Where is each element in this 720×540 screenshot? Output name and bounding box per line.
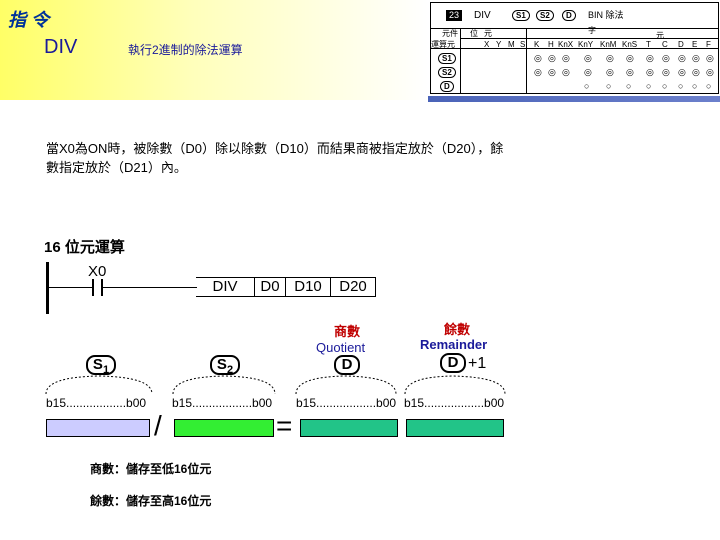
bit-range-s2: b15..................b00 [172,396,273,410]
bit-range-s1: b15..................b00 [46,396,147,410]
bit-range-remainder: b15..................b00 [404,396,505,410]
register-bar-s2 [174,419,274,437]
register-bar-remainder [406,419,504,437]
note-quotient: 商數：儲存至低16位元 [90,462,212,476]
bit-range-quotient: b15..................b00 [296,396,397,410]
operand-brackets [45,375,506,395]
register-bar-s1 [46,419,150,437]
register-bar-quotient [300,419,398,437]
note-remainder: 餘數：儲存至高16位元 [90,494,212,508]
divide-sign: / [154,410,162,441]
equals-sign: = [276,410,293,441]
